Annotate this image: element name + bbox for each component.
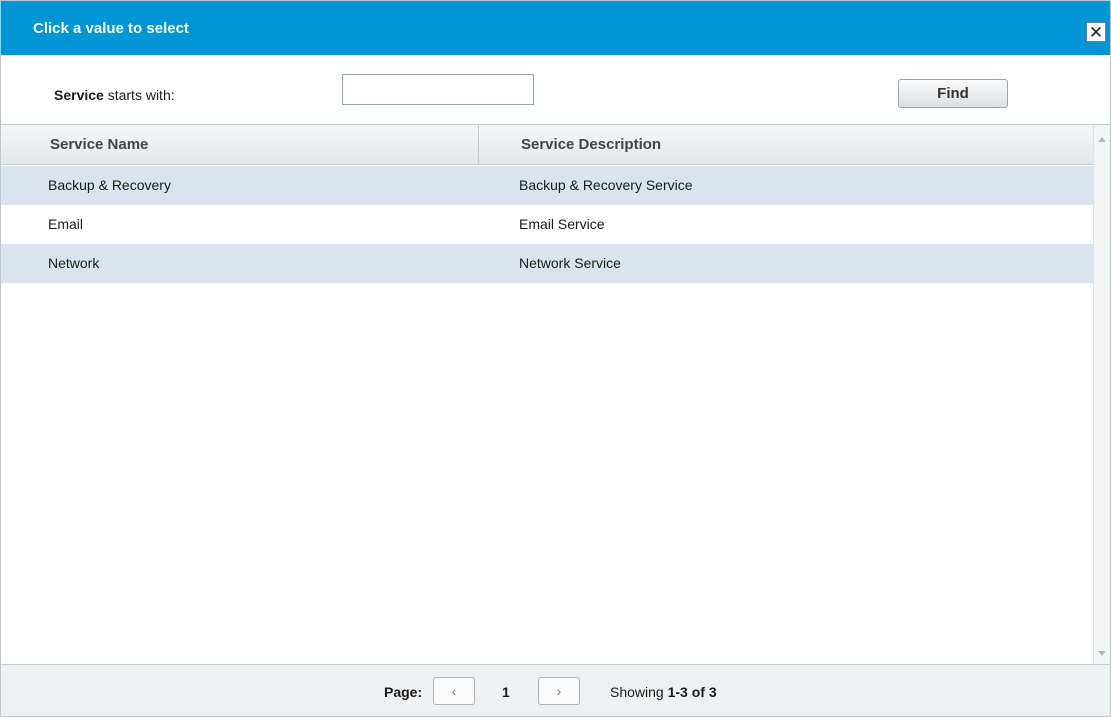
showing-range: 1-3 of 3	[667, 684, 717, 700]
chevron-right-icon: ›	[556, 683, 562, 699]
column-header-service-description[interactable]: Service Description	[479, 125, 1093, 165]
close-icon: ✕	[1088, 22, 1104, 42]
service-search-input[interactable]	[342, 74, 534, 105]
close-button[interactable]: ✕	[1086, 22, 1106, 42]
scroll-up-arrow-icon[interactable]	[1098, 137, 1106, 142]
cell-service-description: Network Service	[519, 255, 621, 271]
cell-service-name: Email	[48, 216, 84, 232]
dialog-title: Click a value to select	[33, 20, 189, 37]
table-row[interactable]: Email Email Service	[1, 205, 1093, 244]
search-label: Service starts with:	[54, 87, 175, 103]
search-label-field: Service	[54, 87, 104, 103]
scroll-down-arrow-icon[interactable]	[1098, 651, 1106, 656]
current-page-number: 1	[502, 684, 510, 700]
search-label-condition: starts with:	[103, 87, 175, 103]
select-value-dialog: Click a value to select ✕ Service starts…	[0, 0, 1111, 717]
cell-service-description: Backup & Recovery Service	[519, 177, 693, 193]
pager-bar: Page: ‹ 1 › Showing 1-3 of 3	[1, 664, 1110, 716]
showing-prefix: Showing	[610, 684, 668, 700]
grid-header: Service Name Service Description	[1, 125, 1093, 165]
prev-page-button[interactable]: ‹	[433, 677, 475, 705]
dialog-titlebar: Click a value to select ✕	[1, 1, 1110, 55]
column-header-service-name[interactable]: Service Name	[1, 125, 479, 165]
table-row[interactable]: Backup & Recovery Backup & Recovery Serv…	[1, 166, 1093, 205]
next-page-button[interactable]: ›	[538, 677, 580, 705]
grid-rows: Backup & Recovery Backup & Recovery Serv…	[1, 166, 1093, 283]
cell-service-name: Backup & Recovery	[48, 177, 171, 193]
page-label: Page:	[384, 684, 423, 700]
table-row[interactable]: Network Network Service	[1, 244, 1093, 283]
cell-service-description: Email Service	[519, 216, 605, 232]
find-button[interactable]: Find	[898, 79, 1008, 108]
chevron-left-icon: ‹	[451, 683, 457, 699]
showing-count: Showing 1-3 of 3	[610, 684, 717, 700]
services-grid: Service Name Service Description Backup …	[1, 124, 1110, 665]
grid-scrollbar[interactable]	[1093, 125, 1110, 665]
cell-service-name: Network	[48, 255, 100, 271]
